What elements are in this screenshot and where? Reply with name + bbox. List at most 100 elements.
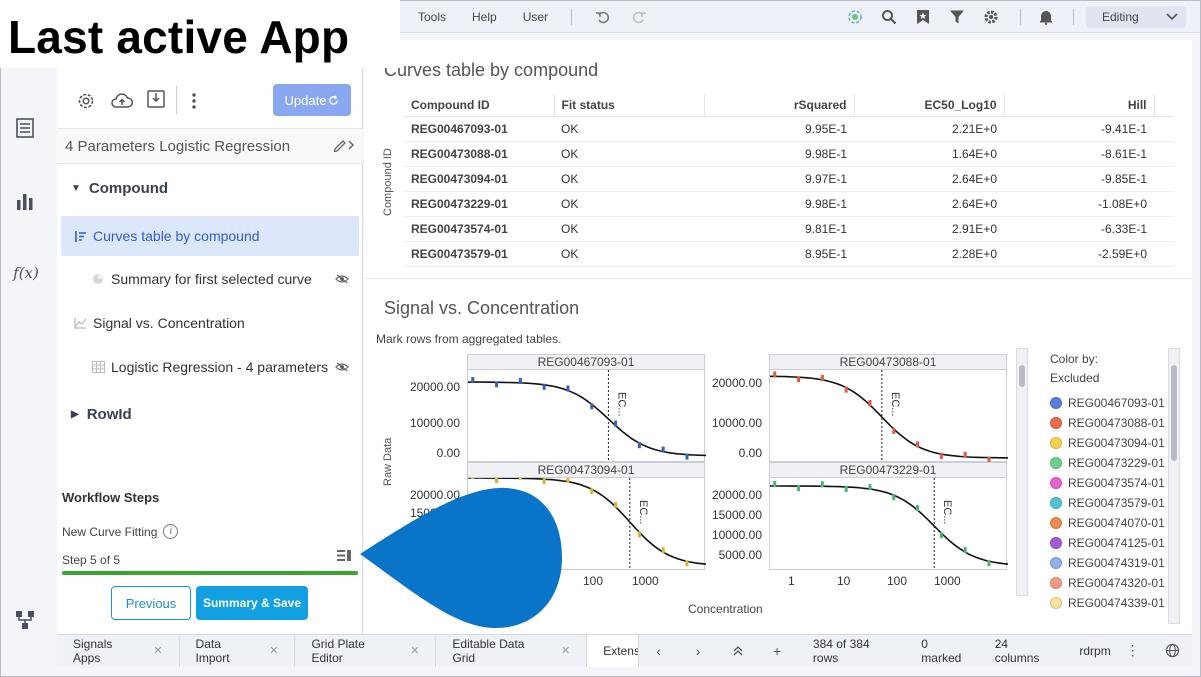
scroll-right-icon[interactable]: › <box>678 643 718 659</box>
info-icon[interactable]: i <box>163 524 179 539</box>
trellis-panel[interactable]: REG00467093-01 EC... <box>467 354 707 462</box>
legend-item[interactable]: REG00474125-01 <box>1050 536 1165 550</box>
data-point[interactable] <box>471 473 475 480</box>
bottom-tab[interactable]: Editable Data Grid ✕ <box>436 634 588 667</box>
data-point[interactable] <box>471 377 475 384</box>
column-header[interactable]: Fit status <box>553 94 704 117</box>
column-header[interactable]: Compound ID <box>404 94 554 117</box>
data-point[interactable] <box>637 442 641 449</box>
notification-bell-icon[interactable] <box>1037 8 1055 26</box>
signals-logo-icon[interactable] <box>846 8 864 26</box>
bottom-tab-active[interactable]: Extensi <box>587 634 639 667</box>
data-point[interactable] <box>566 476 570 483</box>
bar-chart-icon[interactable] <box>13 189 37 213</box>
search-icon[interactable] <box>880 8 898 26</box>
function-fx-icon[interactable]: f(x) <box>11 261 41 285</box>
tree-item-signal-vs-conc[interactable]: Signal vs. Concentration <box>73 315 353 331</box>
edit-pencil-icon[interactable] <box>333 138 355 155</box>
legend-item[interactable]: REG00467093-01 <box>1050 396 1165 410</box>
previous-button[interactable]: Previous <box>111 586 191 620</box>
data-point[interactable] <box>518 473 522 480</box>
close-icon[interactable]: ✕ <box>269 644 278 657</box>
data-point[interactable] <box>844 485 848 492</box>
add-tab-icon[interactable]: + <box>757 643 797 659</box>
scrollbar-thumb[interactable] <box>1019 365 1025 387</box>
eye-hidden-icon[interactable] <box>335 272 349 287</box>
step-list-icon[interactable] <box>337 550 351 564</box>
legend-scrollbar[interactable] <box>1168 348 1180 624</box>
data-point[interactable] <box>685 453 689 460</box>
summary-save-button[interactable]: Summary & Save <box>196 586 308 620</box>
data-point[interactable] <box>661 547 665 554</box>
data-point[interactable] <box>518 377 522 384</box>
legend-item[interactable]: REG00474070-01 <box>1050 516 1165 530</box>
expand-up-icon[interactable] <box>718 645 758 657</box>
eye-hidden-icon[interactable] <box>335 360 349 375</box>
column-header[interactable]: rSquared <box>703 94 854 117</box>
tree-item-summary[interactable]: Summary for first selected curve <box>91 271 359 287</box>
legend-item[interactable]: REG00473574-01 <box>1050 476 1165 490</box>
data-point[interactable] <box>637 531 641 538</box>
close-icon[interactable]: ✕ <box>153 644 162 657</box>
table-row[interactable]: REG00473094-01 OK 9.97E-1 2.64E+0 -9.85E-1 <box>404 166 1174 192</box>
table-row[interactable]: REG00473229-01 OK 9.98E-1 2.64E+0 -1.08E+0 <box>404 191 1174 217</box>
data-point[interactable] <box>916 441 920 448</box>
data-point[interactable] <box>868 484 872 491</box>
data-point[interactable] <box>963 451 967 458</box>
data-point[interactable] <box>892 427 896 434</box>
legend-item[interactable]: REG00473088-01 <box>1050 416 1165 430</box>
more-vertical-icon[interactable] <box>183 90 205 112</box>
table-row[interactable]: REG00473088-01 OK 9.98E-1 1.64E+0 -8.61E-1 <box>404 141 1174 167</box>
settings-icon[interactable] <box>75 90 97 112</box>
data-point[interactable] <box>661 446 665 453</box>
update-button[interactable]: Update <box>273 84 351 116</box>
tree-group-rowid[interactable]: ▶ RowId <box>71 406 132 423</box>
menu-help[interactable]: Help <box>459 10 510 24</box>
data-point[interactable] <box>685 560 689 567</box>
legend-item[interactable]: REG00473094-01 <box>1050 436 1165 450</box>
close-icon[interactable]: ✕ <box>410 644 419 657</box>
document-list-icon[interactable] <box>13 116 37 140</box>
data-point[interactable] <box>939 532 943 539</box>
data-point[interactable] <box>963 547 967 554</box>
undo-icon[interactable] <box>594 8 612 26</box>
cloud-upload-icon[interactable] <box>111 90 133 112</box>
trellis-panel[interactable]: REG00473088-01 EC... <box>769 354 1009 463</box>
table-row[interactable]: REG00467093-01 OK 9.95E-1 2.21E+0 -9.41E-1 <box>404 116 1174 142</box>
data-point[interactable] <box>939 453 943 460</box>
bookmark-star-icon[interactable] <box>914 8 932 26</box>
app-title-row[interactable]: 4 Parameters Logistic Regression <box>57 128 363 164</box>
data-point[interactable] <box>566 385 570 392</box>
column-header[interactable]: EC50_Log10 <box>853 94 1004 117</box>
data-point[interactable] <box>590 488 594 495</box>
data-point[interactable] <box>916 505 920 512</box>
more-vertical-icon[interactable]: ⋮ <box>1123 642 1143 659</box>
data-point[interactable] <box>797 485 801 492</box>
data-point[interactable] <box>892 494 896 501</box>
mode-dropdown[interactable]: Editing <box>1086 5 1186 28</box>
legend-item[interactable]: REG00474320-01 <box>1050 576 1165 590</box>
legend-item[interactable]: REG00473229-01 <box>1050 456 1165 470</box>
workflow-tree-icon[interactable] <box>13 608 37 632</box>
trellis-panel[interactable]: REG00473229-01 EC... <box>769 462 1009 570</box>
tree-item-logistic[interactable]: Logistic Regression - 4 parameters <box>91 359 359 375</box>
table-row[interactable]: REG00473579-01 OK 8.95E-1 2.28E+0 -2.59E+0 <box>404 241 1174 267</box>
data-point[interactable] <box>495 381 499 388</box>
data-point[interactable] <box>614 420 618 427</box>
legend-item[interactable]: REG00474339-01 <box>1050 596 1165 610</box>
bottom-tab[interactable]: Grid Plate Editor ✕ <box>295 634 437 667</box>
menu-user[interactable]: User <box>510 10 561 24</box>
data-point[interactable] <box>773 481 777 488</box>
redo-icon[interactable] <box>630 8 648 26</box>
data-point[interactable] <box>987 560 991 567</box>
scroll-left-icon[interactable]: ‹ <box>639 643 679 659</box>
data-point[interactable] <box>773 371 777 378</box>
data-point[interactable] <box>844 386 848 393</box>
filter-icon[interactable] <box>948 8 966 26</box>
scrollbar-thumb[interactable] <box>1171 365 1177 461</box>
bottom-tab[interactable]: Signals Apps ✕ <box>57 634 180 667</box>
data-point[interactable] <box>820 481 824 488</box>
globe-icon[interactable] <box>1152 643 1192 658</box>
trellis-scrollbar[interactable] <box>1016 348 1028 596</box>
data-point[interactable] <box>868 400 872 407</box>
